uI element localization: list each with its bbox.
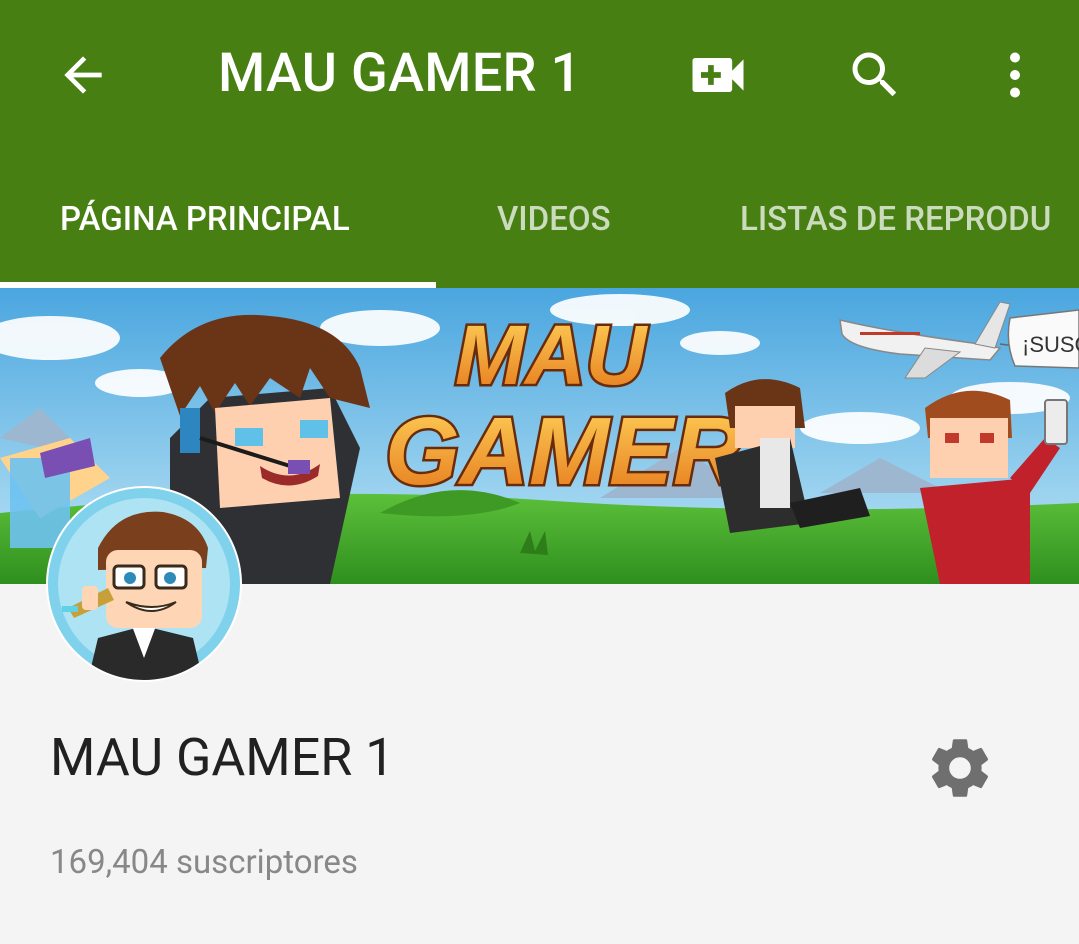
app-bar: MAU GAMER 1 PÁGINA PRINCIPAL VIDEOS LIST… bbox=[0, 0, 1079, 288]
more-vert-icon bbox=[1010, 52, 1020, 98]
video-add-icon bbox=[692, 58, 744, 92]
search-button[interactable] bbox=[840, 40, 910, 110]
app-bar-title: MAU GAMER 1 bbox=[218, 42, 582, 105]
search-icon bbox=[852, 52, 897, 97]
banner-sign-text: ¡SUSC bbox=[1022, 332, 1079, 357]
banner-logo-line1: MAU bbox=[455, 308, 649, 402]
back-button[interactable] bbox=[48, 40, 118, 110]
avatar-art bbox=[48, 488, 240, 680]
gear-icon bbox=[931, 739, 989, 797]
subscriber-count: 169,404 suscriptores bbox=[50, 843, 358, 882]
tab-bar: PÁGINA PRINCIPAL VIDEOS LISTAS DE REPROD… bbox=[0, 150, 1079, 288]
banner-logo-line2: GAMER bbox=[385, 398, 742, 505]
channel-name: MAU GAMER 1 bbox=[50, 727, 395, 788]
arrow-back-icon bbox=[64, 56, 102, 94]
more-options-button[interactable] bbox=[980, 40, 1050, 110]
upload-video-button[interactable] bbox=[683, 40, 753, 110]
tab-listas-de-reproduccion[interactable]: LISTAS DE REPRODU bbox=[740, 150, 1051, 288]
channel-avatar[interactable] bbox=[48, 488, 240, 680]
channel-settings-button[interactable] bbox=[922, 730, 998, 806]
tab-videos[interactable]: VIDEOS bbox=[497, 150, 611, 288]
toolbar: MAU GAMER 1 bbox=[0, 0, 1079, 150]
tab-pagina-principal[interactable]: PÁGINA PRINCIPAL bbox=[60, 150, 350, 288]
